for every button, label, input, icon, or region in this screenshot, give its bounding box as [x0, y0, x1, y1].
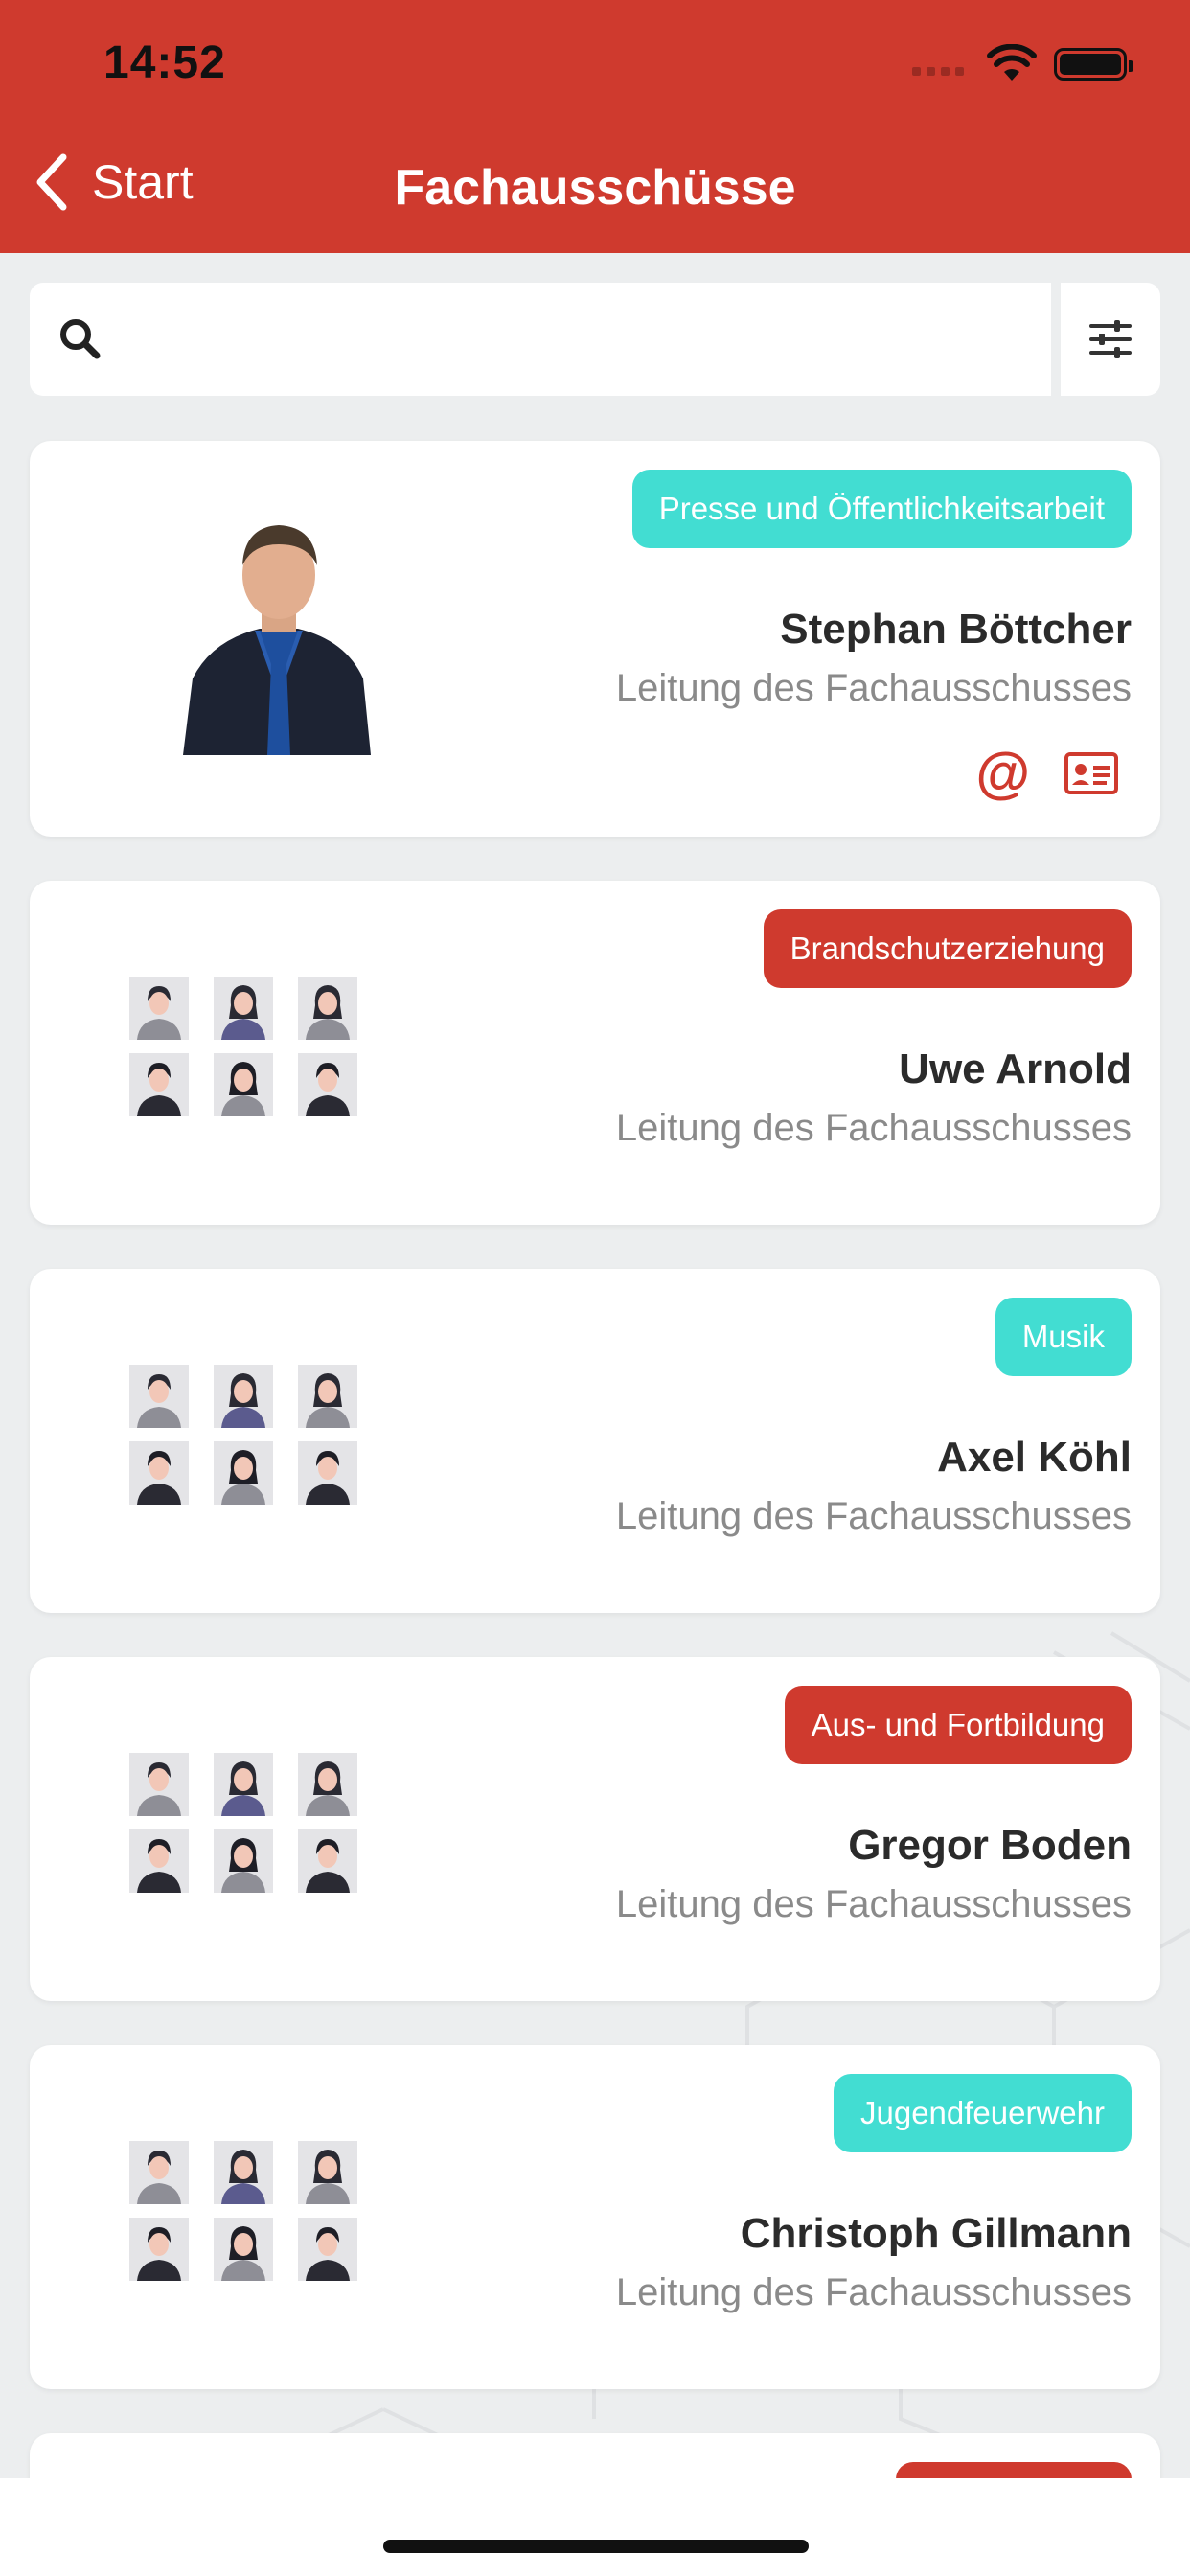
person-role: Leitung des Fachausschusses — [615, 1107, 1132, 1149]
avatar-placeholder-icon — [214, 1753, 273, 1816]
avatar-placeholder-icon — [214, 2218, 273, 2281]
placeholder-avatar-grid — [129, 1365, 359, 1506]
avatar-placeholder-icon — [129, 1441, 189, 1505]
avatar-placeholder-icon — [129, 1365, 189, 1428]
avatar-placeholder-icon — [298, 1829, 357, 1893]
avatar-placeholder-icon — [298, 2141, 357, 2204]
person-role: Leitung des Fachausschusses — [615, 2271, 1132, 2313]
category-badge: Musik — [995, 1298, 1132, 1376]
person-name: Stephan Böttcher — [780, 606, 1132, 653]
category-badge: Brandschutzerziehung — [763, 909, 1132, 988]
person-role: Leitung des Fachausschusses — [615, 667, 1132, 709]
avatar-placeholder-icon — [298, 1441, 357, 1505]
avatar-placeholder-icon — [129, 1753, 189, 1816]
avatar-placeholder-icon — [298, 977, 357, 1040]
category-badge: Presse und Öffentlichkeitsarbeit — [631, 470, 1132, 548]
home-indicator[interactable] — [383, 2540, 809, 2553]
person-name: Christoph Gillmann — [740, 2210, 1132, 2257]
placeholder-avatar-grid — [129, 977, 359, 1118]
status-time: 14:52 — [103, 37, 226, 88]
filter-button[interactable] — [1061, 283, 1160, 396]
avatar-placeholder-icon — [129, 2218, 189, 2281]
page-title: Fachausschüsse — [394, 160, 796, 216]
person-name: Uwe Arnold — [899, 1046, 1132, 1092]
search-icon — [60, 319, 101, 359]
avatar-placeholder-icon — [214, 1829, 273, 1893]
avatar-placeholder-icon — [129, 2141, 189, 2204]
wifi-icon — [987, 44, 1037, 80]
bottom-safe-area — [0, 2478, 1190, 2576]
person-role: Leitung des Fachausschusses — [615, 1495, 1132, 1537]
search-bar — [30, 283, 1160, 396]
avatar-placeholder-icon — [298, 2218, 357, 2281]
committee-card[interactable]: Presse und Öffentlichkeitsarbeit Stephan… — [30, 441, 1160, 837]
avatar-placeholder-icon — [129, 977, 189, 1040]
category-badge: Aus- und Fortbildung — [784, 1686, 1132, 1764]
person-name: Axel Köhl — [937, 1434, 1132, 1481]
person-role: Leitung des Fachausschusses — [615, 1883, 1132, 1925]
avatar-placeholder-icon — [298, 1753, 357, 1816]
vcard-icon[interactable] — [1064, 752, 1118, 794]
avatar-placeholder-icon — [214, 1441, 273, 1505]
avatar-placeholder-icon — [298, 1053, 357, 1116]
committee-card[interactable]: Jugendfeuerwehr Christoph Gillmann Leitu… — [30, 2045, 1160, 2389]
avatar-placeholder-icon — [214, 1365, 273, 1428]
sliders-icon — [1089, 320, 1132, 358]
person-name: Gregor Boden — [848, 1822, 1132, 1869]
placeholder-avatar-grid — [129, 2141, 359, 2283]
committee-card[interactable]: Brandschutzerziehung Uwe Arnold Leitung … — [30, 881, 1160, 1225]
contact-icons: @ — [975, 746, 1118, 801]
committee-card[interactable]: Aus- und Fortbildung Gregor Boden Leitun… — [30, 1657, 1160, 2001]
search-input[interactable] — [126, 304, 1036, 375]
avatar-placeholder-icon — [214, 977, 273, 1040]
header: 14:52 Start Fachausschüsse — [0, 0, 1190, 253]
placeholder-avatar-grid — [129, 1753, 359, 1895]
committee-card[interactable]: Musik Axel Köhl Leitung des Fachausschus… — [30, 1269, 1160, 1613]
person-photo — [183, 525, 371, 755]
avatar-placeholder-icon — [129, 1829, 189, 1893]
avatar-placeholder-icon — [298, 1365, 357, 1428]
cellular-signal-icon — [912, 67, 964, 76]
search-divider — [1051, 283, 1061, 396]
avatar-placeholder-icon — [129, 1053, 189, 1116]
avatar-placeholder-icon — [214, 2141, 273, 2204]
avatar-placeholder-icon — [214, 1053, 273, 1116]
email-icon[interactable]: @ — [975, 746, 1030, 801]
category-badge: Jugendfeuerwehr — [833, 2074, 1132, 2152]
battery-icon — [1054, 48, 1133, 80]
